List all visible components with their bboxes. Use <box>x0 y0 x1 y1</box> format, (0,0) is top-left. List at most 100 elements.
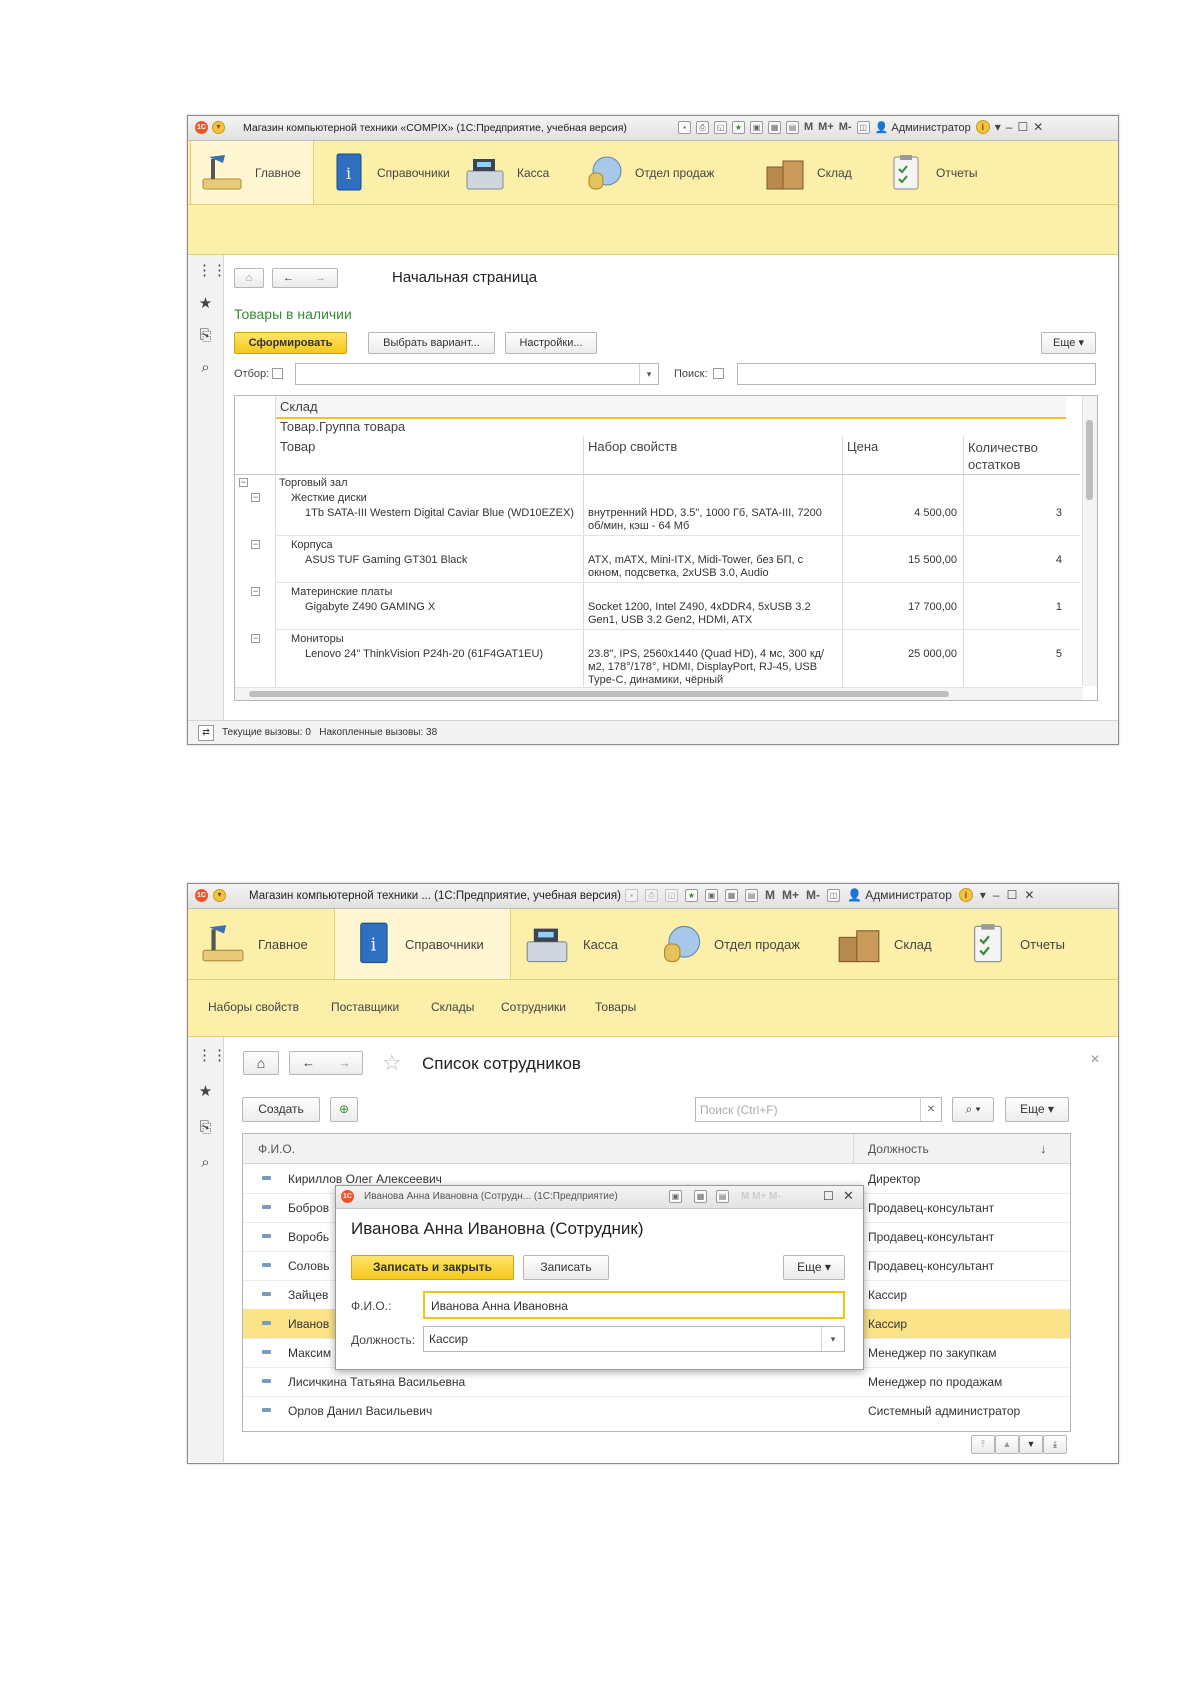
collapse-warehouse-icon[interactable]: − <box>239 478 248 487</box>
search-icon[interactable]: ⌕ <box>197 1154 214 1171</box>
favorites-star-icon[interactable]: ★ <box>197 1083 214 1100</box>
vertical-scrollbar[interactable] <box>1082 396 1097 686</box>
home-button[interactable]: ⌂ <box>234 268 264 288</box>
calc-icon[interactable]: ▦ <box>725 888 738 902</box>
memory-plus-button[interactable]: M+ <box>782 888 799 902</box>
filter-select[interactable]: ▾ <box>295 363 659 385</box>
calendar-icon[interactable]: ▤ <box>745 888 758 902</box>
user-name[interactable]: 👤 Администратор <box>875 121 971 134</box>
more-button[interactable]: Еще ▾ <box>1041 332 1096 354</box>
subsection-employees[interactable]: Сотрудники <box>501 1000 566 1014</box>
filter-dropdown-icon[interactable]: ▾ <box>639 364 658 384</box>
hscroll-thumb[interactable] <box>249 691 949 697</box>
horizontal-scrollbar[interactable] <box>235 687 1083 700</box>
section-cash[interactable]: Касса <box>463 141 549 204</box>
close-icon[interactable]: ✕ <box>1033 120 1043 134</box>
calc-icon[interactable]: ▦ <box>694 1190 707 1203</box>
section-main[interactable]: Главное <box>190 141 314 204</box>
minimize-icon[interactable]: – <box>1006 120 1013 134</box>
section-cash[interactable]: Касса <box>521 909 618 979</box>
clear-search-icon[interactable]: ✕ <box>920 1098 941 1121</box>
collapse-group-icon[interactable]: − <box>251 540 260 549</box>
search-checkbox[interactable] <box>713 368 724 379</box>
dialog-close-icon[interactable]: ✕ <box>843 1188 854 1204</box>
preview-icon[interactable]: ◱ <box>714 120 727 134</box>
close-icon[interactable]: ✕ <box>1024 888 1034 902</box>
nav-back-forward[interactable]: ← → <box>289 1051 363 1075</box>
save-icon[interactable]: ▪ <box>678 120 691 134</box>
panels-icon[interactable]: ◫ <box>856 120 870 134</box>
memory-minus-button[interactable]: M- <box>839 121 852 133</box>
history-icon[interactable]: ⎘ <box>197 1119 214 1136</box>
home-button[interactable]: ⌂ <box>243 1051 279 1075</box>
subsection-products[interactable]: Товары <box>595 1000 636 1014</box>
table-row[interactable]: Орлов Данил Васильевич Системный админис… <box>243 1396 1070 1425</box>
bookmark-icon[interactable]: ▣ <box>750 120 763 134</box>
grid-menu-icon[interactable]: ⋮⋮ <box>197 262 227 279</box>
search-icon[interactable]: ⌕ <box>197 359 214 376</box>
search-input[interactable]: Поиск (Ctrl+F) ✕ <box>695 1097 942 1122</box>
maximize-icon[interactable]: ☐ <box>1007 888 1018 902</box>
add-favorite-star-icon[interactable]: ☆ <box>382 1050 402 1076</box>
scroll-bottom-button[interactable]: ⤓ <box>1043 1435 1067 1454</box>
bookmark-icon[interactable]: ▣ <box>669 1190 682 1203</box>
collapse-group-icon[interactable]: − <box>251 634 260 643</box>
history-icon[interactable]: ⎘ <box>197 327 214 344</box>
grid-menu-icon[interactable]: ⋮⋮ <box>197 1047 227 1064</box>
scroll-up-button[interactable]: ▲ <box>995 1435 1019 1454</box>
position-select[interactable]: Кассир ▾ <box>423 1326 845 1352</box>
main-menu-icon[interactable]: ▾ <box>212 121 225 134</box>
maximize-icon[interactable]: ☐ <box>1017 120 1028 134</box>
subsection-warehouses[interactable]: Склады <box>431 1000 474 1014</box>
column-position-header[interactable]: Должность <box>868 1142 929 1156</box>
subsection-suppliers[interactable]: Поставщики <box>331 1000 399 1014</box>
column-name-header[interactable]: Ф.И.О. <box>258 1142 295 1156</box>
table-row[interactable]: Лисичкина Татьяна Васильевна Менеджер по… <box>243 1367 1070 1397</box>
collapse-group-icon[interactable]: − <box>251 493 260 502</box>
generate-button[interactable]: Сформировать <box>234 332 347 354</box>
section-warehouse[interactable]: Склад <box>834 909 932 979</box>
dialog-more-button[interactable]: Еще ▾ <box>783 1255 845 1280</box>
calendar-icon[interactable]: ▤ <box>716 1190 729 1203</box>
minimize-icon[interactable]: – <box>993 888 1000 902</box>
section-sales[interactable]: Отдел продаж <box>583 141 714 204</box>
create-button[interactable]: Создать <box>242 1097 320 1122</box>
section-reports[interactable]: Отчеты <box>888 141 977 204</box>
copy-button[interactable]: ⊕ <box>330 1097 358 1122</box>
main-menu-icon[interactable]: ▾ <box>213 889 226 902</box>
memory-buttons[interactable]: M M+ M- <box>741 1191 781 1202</box>
more-button[interactable]: Еще ▾ <box>1005 1097 1069 1122</box>
collapse-group-icon[interactable]: − <box>251 587 260 596</box>
save-button[interactable]: Записать <box>523 1255 609 1280</box>
save-icon[interactable]: ▪ <box>625 888 638 902</box>
save-close-button[interactable]: Записать и закрыть <box>351 1255 514 1280</box>
section-catalogs[interactable]: i Справочники <box>334 909 511 979</box>
back-arrow-icon[interactable]: ← <box>283 269 294 287</box>
memory-plus-button[interactable]: M+ <box>818 121 834 133</box>
dialog-maximize-icon[interactable]: ☐ <box>823 1189 834 1203</box>
favorites-star-icon[interactable]: ★ <box>197 295 214 312</box>
calendar-icon[interactable]: ▤ <box>786 120 799 134</box>
scroll-down-button[interactable]: ▼ <box>1019 1435 1043 1454</box>
memory-minus-button[interactable]: M- <box>806 888 820 902</box>
memory-m-button[interactable]: M <box>765 888 775 902</box>
preview-icon[interactable]: ◱ <box>665 888 678 902</box>
section-main[interactable]: Главное <box>198 909 308 979</box>
bookmark-icon[interactable]: ▣ <box>705 888 718 902</box>
info-icon[interactable]: i <box>958 888 973 902</box>
section-catalogs[interactable]: i Справочники <box>333 141 450 204</box>
memory-m-button[interactable]: M <box>804 121 813 133</box>
search-input[interactable] <box>737 363 1096 385</box>
back-arrow-icon[interactable]: ← <box>302 1052 315 1074</box>
info-icon[interactable]: i <box>975 120 990 134</box>
calc-icon[interactable]: ▦ <box>768 120 781 134</box>
section-warehouse[interactable]: Склад <box>763 141 852 204</box>
forward-arrow-icon[interactable]: → <box>338 1052 351 1074</box>
favorite-icon[interactable]: ★ <box>685 888 698 902</box>
favorite-icon[interactable]: ★ <box>732 120 745 134</box>
panels-icon[interactable]: ◫ <box>827 888 841 902</box>
filter-checkbox[interactable] <box>272 368 283 379</box>
print-icon[interactable]: ⎙ <box>645 888 658 902</box>
nav-back-forward[interactable]: ← → <box>272 268 338 288</box>
settings-button[interactable]: Настройки... <box>505 332 597 354</box>
